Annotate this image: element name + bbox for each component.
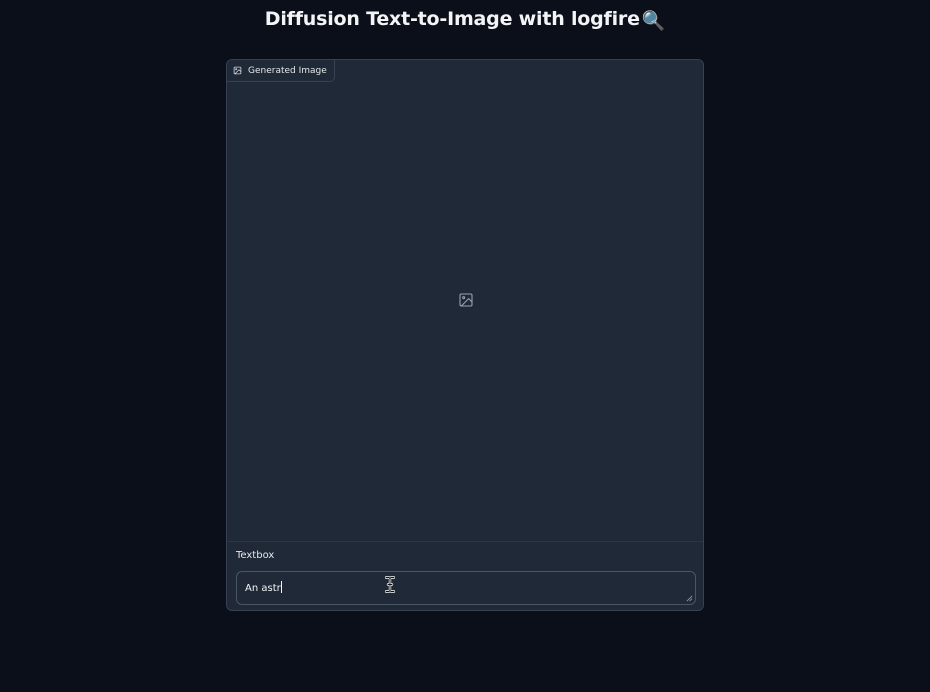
textbox-component: Textbox An astr <box>227 542 703 610</box>
prompt-textarea[interactable]: An astr <box>236 571 696 605</box>
generated-image-label-text: Generated Image <box>248 65 327 76</box>
text-caret <box>280 581 282 593</box>
magnifier-emoji-icon: 🔍 <box>641 10 666 32</box>
textbox-label: Textbox <box>236 550 275 561</box>
image-placeholder-icon <box>458 292 474 308</box>
page-title: Diffusion Text-to-Image with logfire 🔍 <box>0 8 930 32</box>
ibeam-cursor-icon <box>385 576 395 593</box>
page-title-text: Diffusion Text-to-Image with logfire <box>264 8 640 30</box>
resize-handle-icon[interactable] <box>686 595 693 602</box>
generated-image-label: Generated Image <box>227 60 335 82</box>
prompt-text: An astr <box>245 583 281 594</box>
app-panel: Generated Image Textbox An astr <box>226 59 704 611</box>
generated-image-output: Generated Image <box>227 60 703 542</box>
image-label-icon <box>233 66 242 75</box>
